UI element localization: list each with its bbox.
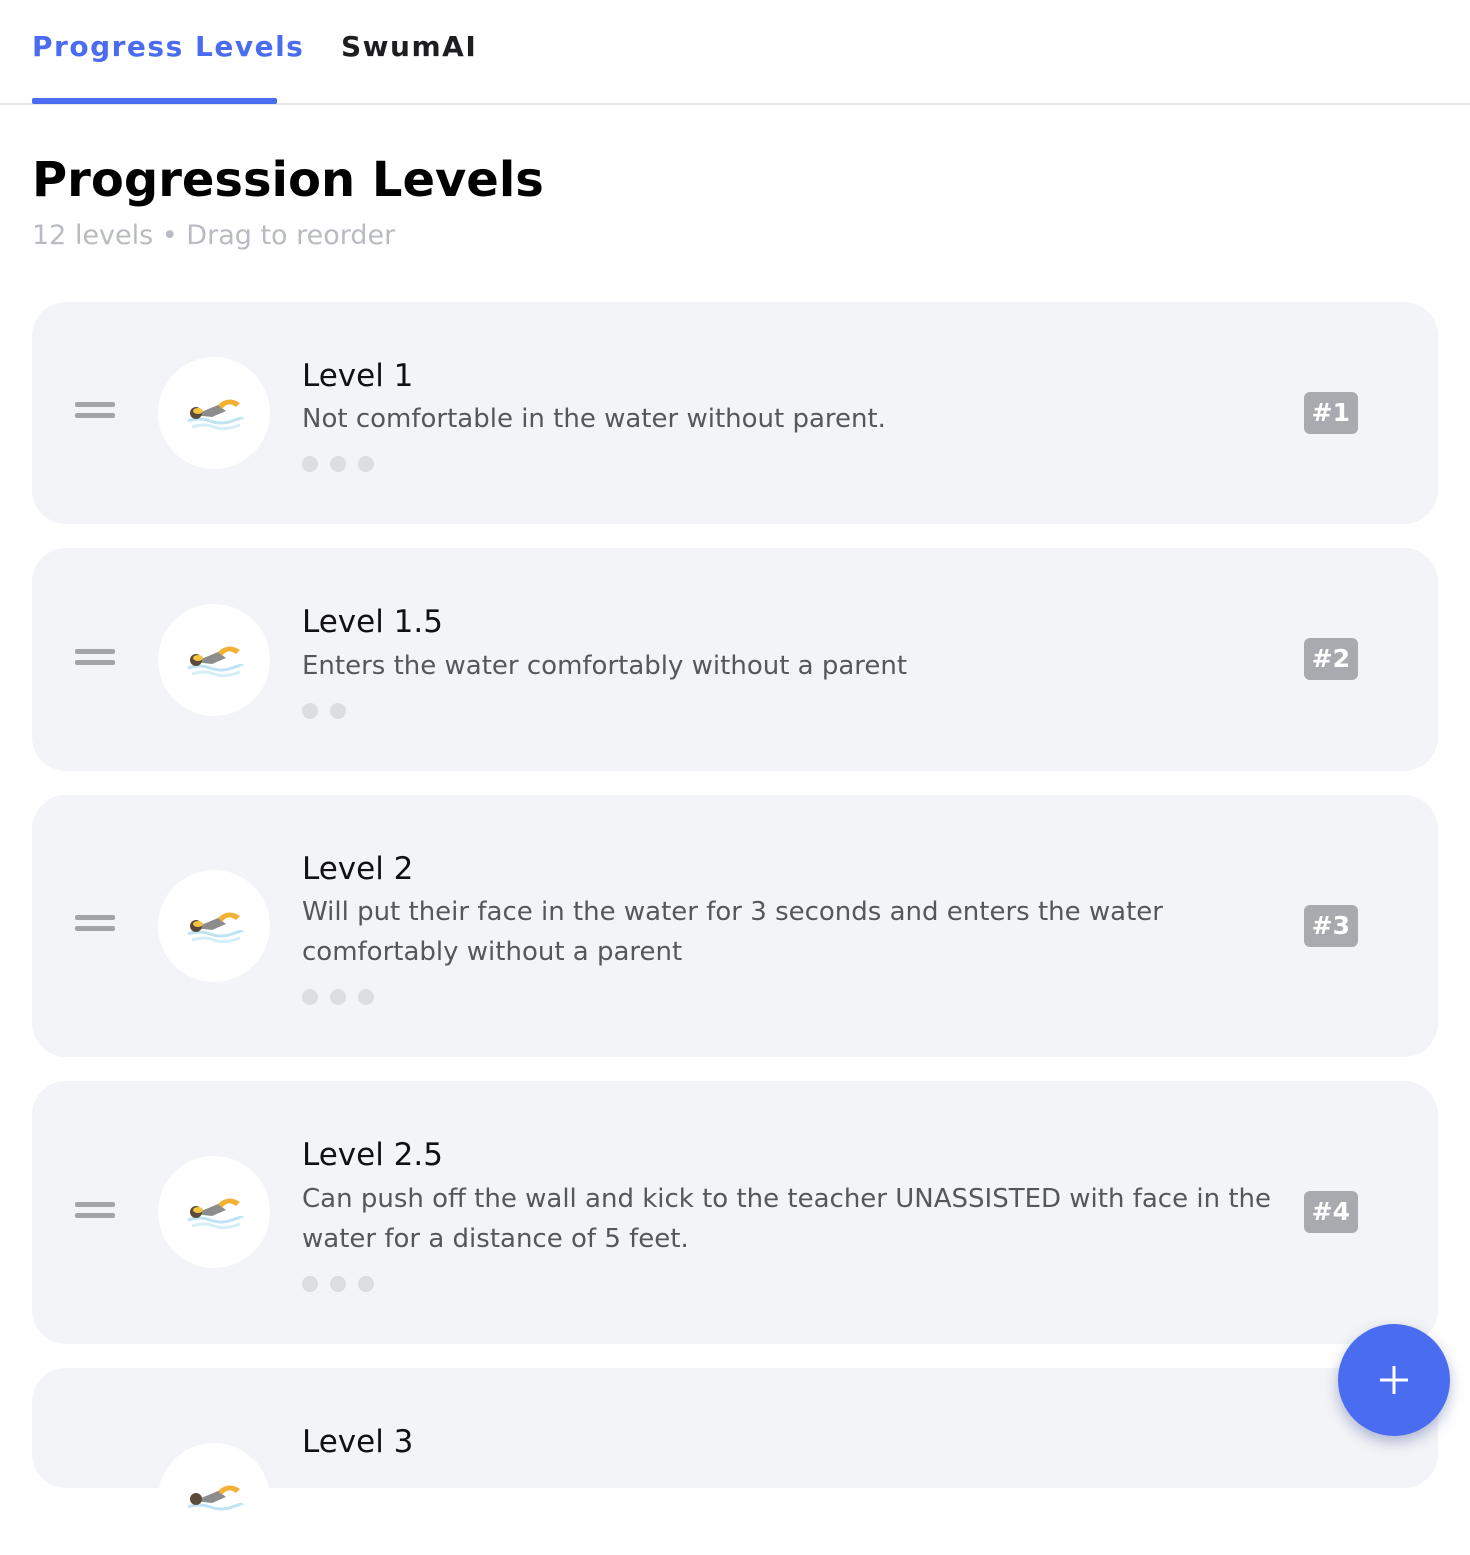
level-avatar (158, 1443, 270, 1555)
page-title: Progression Levels (32, 152, 544, 208)
level-name: Level 2 (302, 851, 414, 887)
level-description: Enters the water comfortably without a p… (302, 651, 908, 681)
level-card[interactable]: Level 2 Will put their face in the water… (32, 795, 1438, 1057)
drag-handle-icon[interactable] (75, 1202, 115, 1224)
level-name: Level 3 (302, 1424, 414, 1460)
add-level-button[interactable] (1338, 1324, 1450, 1436)
swimmer-icon (187, 399, 244, 431)
level-dots (302, 456, 386, 472)
level-name: Level 2.5 (302, 1137, 443, 1173)
level-card[interactable]: Level 1.5 Enters the water comfortably w… (32, 548, 1438, 771)
swimmer-icon (187, 1485, 244, 1511)
rank-badge: #2 (1303, 638, 1358, 680)
level-avatar (158, 870, 270, 982)
swimmer-icon (187, 646, 244, 678)
level-card[interactable]: Level 1 Not comfortable in the water wit… (32, 302, 1438, 524)
level-card[interactable]: Level 3 (32, 1368, 1438, 1555)
level-avatar (158, 1156, 270, 1268)
level-description: Can push off the wall and kick to the te… (302, 1184, 1271, 1254)
plus-icon (1380, 1366, 1408, 1394)
level-description: Will put their face in the water for 3 s… (302, 897, 1163, 967)
level-dots (302, 989, 386, 1005)
level-card[interactable]: Level 2.5 Can push off the wall and kick… (32, 1081, 1438, 1344)
page-subtitle: 12 levels • Drag to reorder (32, 220, 396, 251)
level-name: Level 1.5 (302, 604, 443, 640)
drag-handle-icon[interactable] (75, 402, 115, 424)
tab-swumai[interactable]: SwumAI (341, 30, 477, 63)
swimmer-icon (187, 912, 244, 944)
rank-badge: #3 (1303, 905, 1358, 947)
tab-bar: Progress Levels SwumAI (0, 0, 1470, 105)
rank-badge: #1 (1303, 392, 1358, 434)
level-avatar (158, 604, 270, 716)
drag-handle-icon[interactable] (75, 915, 115, 937)
rank-badge: #4 (1303, 1191, 1358, 1233)
swimmer-icon (187, 1198, 244, 1230)
level-dots (302, 1276, 386, 1292)
level-name: Level 1 (302, 358, 414, 394)
level-description: Not comfortable in the water without par… (302, 404, 886, 434)
drag-handle-icon[interactable] (75, 649, 115, 671)
tab-progress-levels[interactable]: Progress Levels (32, 30, 304, 63)
level-dots (302, 703, 358, 719)
active-tab-indicator (32, 98, 277, 104)
level-avatar (158, 357, 270, 469)
